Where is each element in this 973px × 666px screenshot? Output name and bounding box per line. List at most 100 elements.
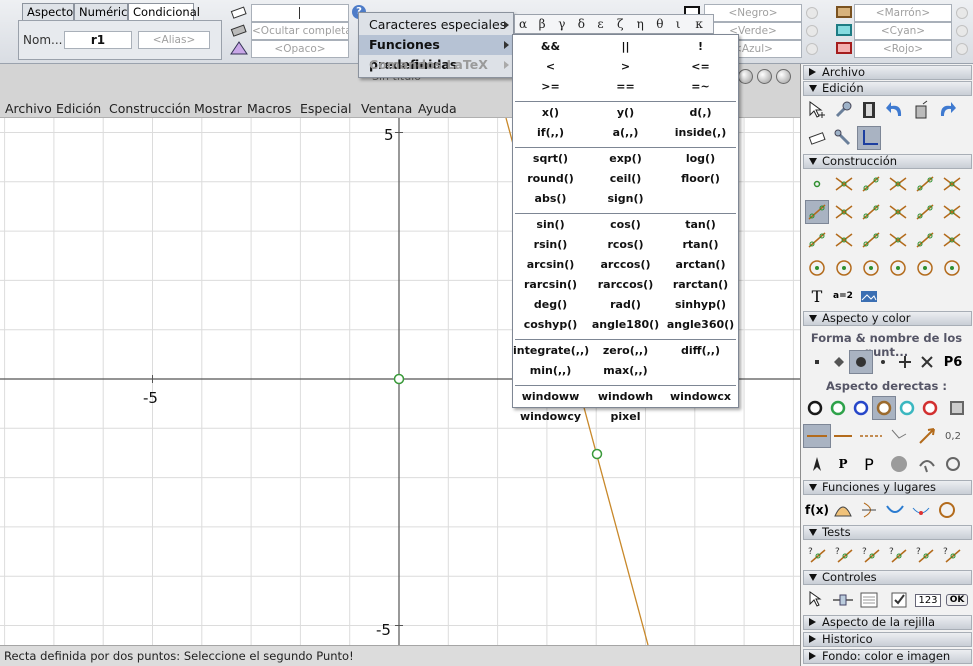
function-menu-item[interactable]: windowcy	[513, 410, 588, 423]
point-tool-icon[interactable]	[805, 172, 829, 196]
function-menu-item[interactable]: abs()	[513, 192, 588, 205]
tab-condicional[interactable]: Condicional	[128, 3, 200, 21]
function-menu-item[interactable]: diff(,,)	[663, 344, 738, 357]
function-menu-item[interactable]: d(,)	[663, 106, 738, 119]
line-color-black-icon[interactable]	[803, 396, 827, 420]
expression-tool[interactable]: a=2	[831, 284, 855, 308]
color-cyan-field[interactable]: <Cyan>	[854, 22, 952, 40]
color-red-field[interactable]: <Rojo>	[854, 40, 952, 58]
function-menu-item[interactable]: >	[588, 60, 663, 73]
function-menu-item[interactable]: sqrt()	[513, 152, 588, 165]
function-menu-item[interactable]: inside(,)	[663, 126, 738, 139]
menu-archivo[interactable]: Archivo	[5, 101, 52, 116]
point-shape-dot-icon[interactable]	[871, 350, 895, 374]
name-input[interactable]: r1	[64, 31, 132, 49]
function-menu-item[interactable]: min(,,)	[513, 364, 588, 377]
circle-arc-icon[interactable]	[940, 200, 964, 224]
function-menu-item[interactable]: pixel	[588, 410, 663, 423]
name-bold-toggle[interactable]: P	[831, 452, 855, 476]
arc-tool-icon[interactable]	[913, 256, 937, 280]
circle-center-icon[interactable]	[805, 256, 829, 280]
function-menu-item[interactable]: arctan()	[663, 258, 738, 271]
function-menu-item[interactable]: =~	[663, 80, 738, 93]
segment-tool-icon[interactable]	[886, 172, 910, 196]
bisector-tool-icon[interactable]	[886, 200, 910, 224]
redo-icon[interactable]	[935, 98, 959, 122]
fixed-point-icon[interactable]	[941, 452, 965, 476]
popup-control-icon[interactable]	[857, 588, 881, 612]
test-on-object-icon[interactable]: ?	[913, 543, 937, 567]
polygon-tool-icon[interactable]	[859, 228, 883, 252]
color-cyan-swatch[interactable]	[836, 24, 852, 36]
hide-object-icon[interactable]	[229, 22, 249, 38]
numeric-field-control[interactable]: 123	[913, 588, 943, 612]
select-move-icon[interactable]	[805, 98, 829, 122]
menu-construccion[interactable]: Construcción	[109, 101, 191, 116]
color-brown-swatch[interactable]	[836, 6, 852, 18]
locus-points-icon[interactable]	[909, 498, 933, 522]
greek-letter-item[interactable]: ε	[597, 17, 603, 31]
function-menu-item[interactable]: >=	[513, 80, 588, 93]
arrow-tool-icon[interactable]	[832, 228, 856, 252]
circle-three-points-icon[interactable]	[886, 256, 910, 280]
circle-radius-icon[interactable]	[832, 256, 856, 280]
function-menu-item[interactable]: x()	[513, 106, 588, 119]
filled-circle-icon[interactable]	[887, 452, 911, 476]
parallel-tool-icon[interactable]	[832, 200, 856, 224]
circle-button-icon[interactable]	[956, 43, 968, 55]
point-shape-small-icon[interactable]	[805, 350, 829, 374]
greek-letter-item[interactable]: α	[519, 17, 527, 31]
name-large-toggle[interactable]: P	[857, 452, 881, 476]
point-shape-x-icon[interactable]	[915, 350, 939, 374]
function-area-icon[interactable]	[831, 498, 855, 522]
function-menu-item[interactable]: windoww	[513, 390, 588, 403]
point-style-icon[interactable]	[805, 452, 829, 476]
axes-icon[interactable]	[857, 126, 881, 150]
greek-letter-item[interactable]: θ	[656, 17, 663, 31]
function-menu-item[interactable]: integrate(,,)	[513, 344, 589, 357]
angle-fixed-icon[interactable]	[940, 228, 964, 252]
condition-field[interactable]	[251, 4, 349, 22]
section-edicion[interactable]: Edición	[803, 81, 972, 96]
function-menu-item[interactable]: rarcsin()	[513, 278, 588, 291]
function-menu-item[interactable]: windowcx	[663, 390, 738, 403]
line-dashed-icon[interactable]	[859, 424, 883, 448]
undo-icon[interactable]	[883, 98, 907, 122]
function-plot-button[interactable]: f(x)	[805, 498, 829, 522]
circle-button-icon[interactable]	[806, 43, 818, 55]
circle-button-icon[interactable]	[956, 7, 968, 19]
eraser-icon[interactable]	[229, 4, 249, 20]
function-menu-item[interactable]: a(,,)	[588, 126, 663, 139]
hide-condition-field[interactable]: <Ocultar completam	[251, 22, 349, 40]
function-menu-item[interactable]: log()	[663, 152, 738, 165]
window-close-icon[interactable]	[776, 69, 791, 84]
point-shape-diamond-icon[interactable]	[827, 350, 851, 374]
greek-letter-item[interactable]: η	[637, 17, 644, 31]
function-menu-item[interactable]: <=	[663, 60, 738, 73]
line-color-green-icon[interactable]	[826, 396, 850, 420]
checkbox-control-icon[interactable]	[887, 588, 911, 612]
text-tool[interactable]: T	[805, 284, 829, 308]
line-color-blue-icon[interactable]	[849, 396, 873, 420]
line-color-red-icon[interactable]	[918, 396, 942, 420]
line-tool-icon[interactable]	[913, 172, 937, 196]
menu-comandos-latex[interactable]: Comandos LaTeX	[359, 55, 513, 75]
line-color-cyan-icon[interactable]	[895, 396, 919, 420]
perpendicular-tool-icon[interactable]	[859, 200, 883, 224]
section-aspecto[interactable]: Aspecto y color	[803, 311, 972, 326]
section-historico[interactable]: Historico	[803, 632, 972, 647]
color-red-swatch[interactable]	[836, 42, 852, 54]
function-menu-item[interactable]: y()	[588, 106, 663, 119]
slider-control-icon[interactable]	[831, 588, 855, 612]
menu-especial[interactable]: Especial	[300, 101, 352, 116]
animation-film-icon[interactable]	[857, 98, 881, 122]
menu-ventana[interactable]: Ventana	[361, 101, 412, 116]
function-menu-item[interactable]: rcos()	[588, 238, 663, 251]
function-menu-item[interactable]: round()	[513, 172, 588, 185]
midpoint-tool-icon[interactable]	[859, 172, 883, 196]
menu-funciones-predefinidas[interactable]: Funciones predefinidas	[359, 35, 513, 72]
greek-letter-item[interactable]: ι	[676, 17, 681, 31]
section-rejilla[interactable]: Aspecto de la rejilla	[803, 615, 972, 630]
function-menu-item[interactable]: arcsin()	[513, 258, 588, 271]
section-controles[interactable]: Controles	[803, 570, 972, 585]
